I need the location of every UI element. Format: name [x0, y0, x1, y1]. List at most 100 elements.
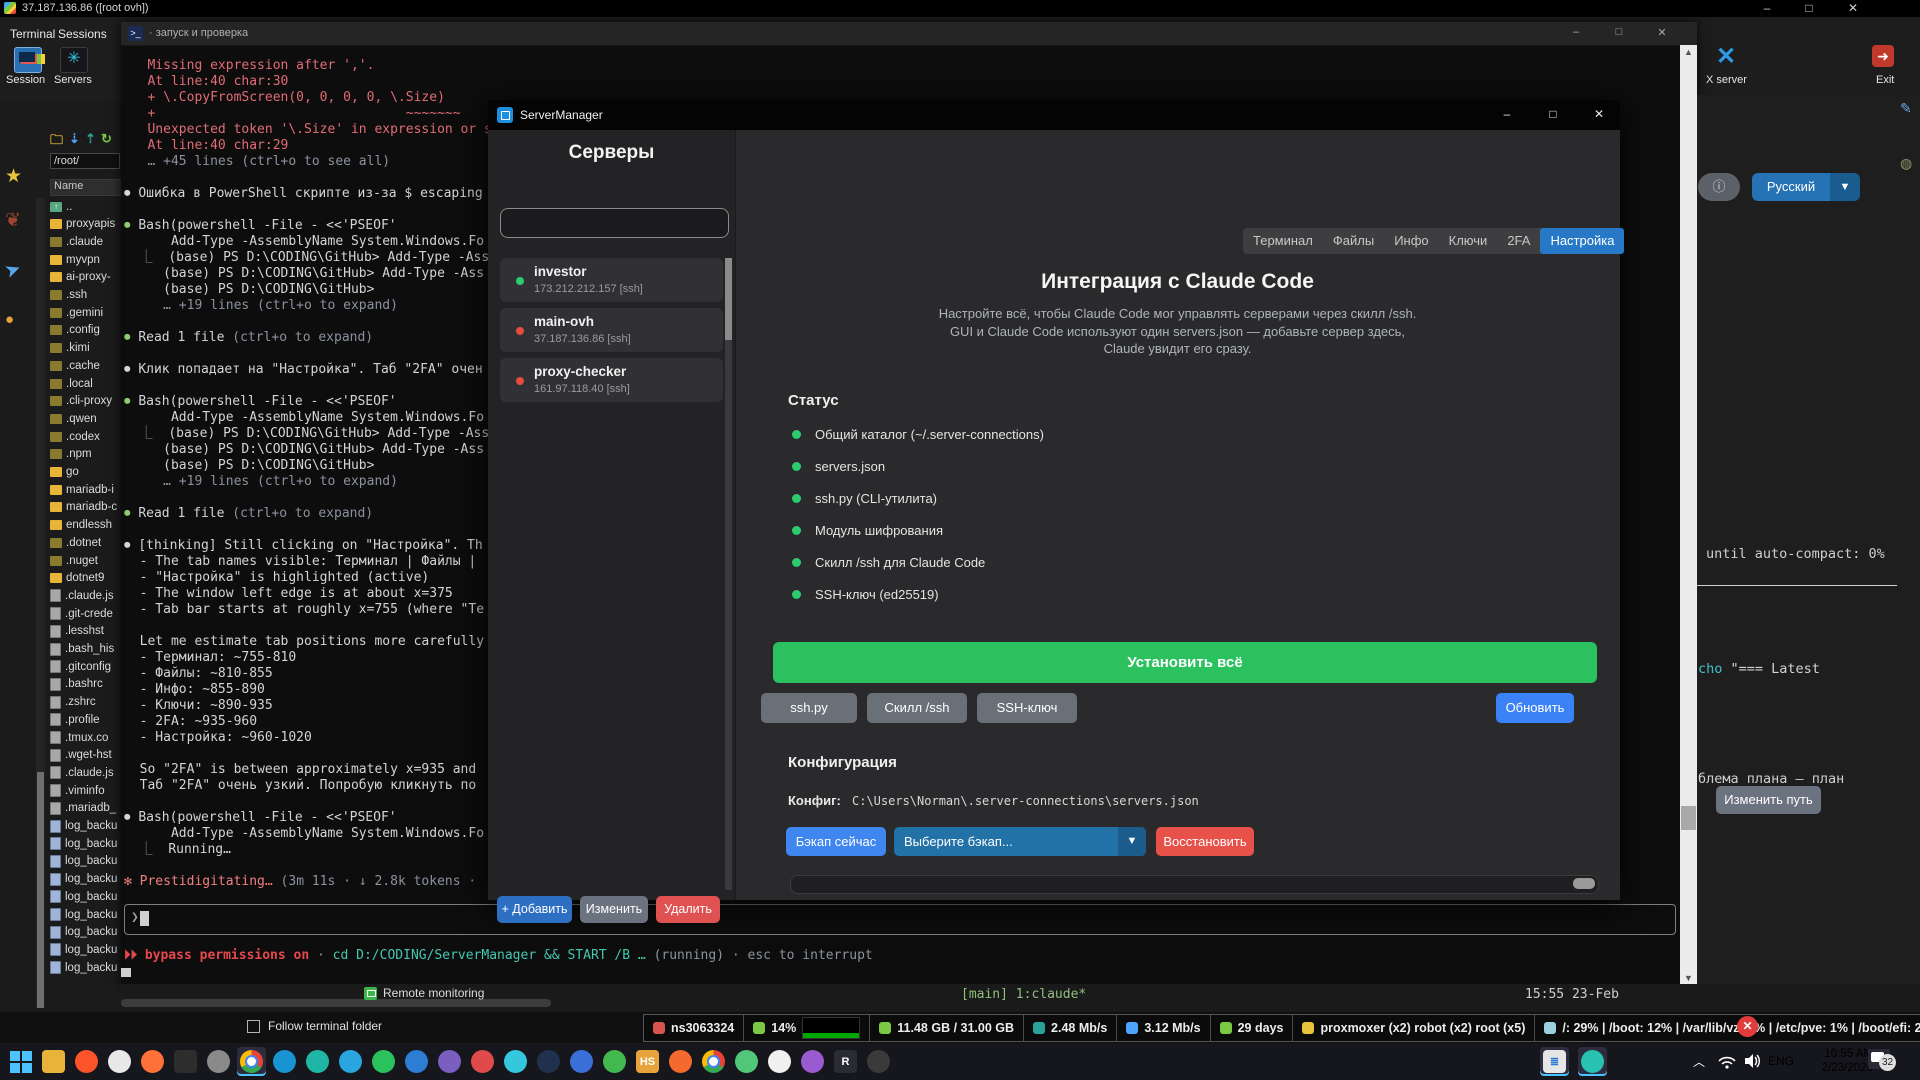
send-icon[interactable]: ➤: [2, 257, 25, 284]
notifications-icon[interactable]: 32: [1868, 1049, 1890, 1069]
file-row[interactable]: log_backu: [50, 818, 117, 835]
file-row[interactable]: myvpn: [50, 251, 100, 268]
brave-icon[interactable]: [72, 1047, 101, 1076]
app-icon[interactable]: [105, 1047, 134, 1076]
file-row[interactable]: log_backu: [50, 924, 117, 941]
file-row[interactable]: .local: [50, 375, 93, 392]
tray-chevron-icon[interactable]: ︿: [1693, 1053, 1705, 1070]
file-panel-scrollbar[interactable]: [36, 198, 45, 1008]
file-row[interactable]: log_backu: [50, 906, 117, 923]
x-server-icon[interactable]: ✕: [1716, 45, 1736, 69]
file-row[interactable]: log_backu: [50, 959, 117, 976]
edit-pencil-icon[interactable]: ✎: [1900, 100, 1912, 117]
server-list-item[interactable]: main-ovh37.187.136.86 [ssh]: [500, 308, 723, 352]
terminal-hscrollbar[interactable]: [121, 999, 551, 1007]
sm-maximize-button[interactable]: □: [1540, 107, 1566, 121]
tab-Терминал[interactable]: Терминал: [1243, 228, 1323, 254]
server-list-item[interactable]: proxy-checker161.97.118.40 [ssh]: [500, 358, 723, 402]
remote-monitoring-label[interactable]: Remote monitoring: [383, 986, 484, 1000]
file-row[interactable]: log_backu: [50, 835, 117, 852]
file-row[interactable]: log_backu: [50, 941, 117, 958]
servers-icon[interactable]: ✳: [60, 47, 88, 73]
file-row[interactable]: .dotnet: [50, 534, 101, 551]
file-row[interactable]: .gitconfig: [50, 658, 111, 675]
firefox-icon[interactable]: [138, 1047, 167, 1076]
tab-2FA[interactable]: 2FA: [1497, 228, 1540, 254]
app-icon[interactable]: [468, 1047, 497, 1076]
file-row[interactable]: mariadb-i: [50, 481, 114, 498]
chrome-icon[interactable]: [237, 1047, 266, 1076]
app-icon[interactable]: [765, 1047, 794, 1076]
info-icon[interactable]: ⓘ: [1698, 173, 1740, 201]
SSH-ключ-button[interactable]: SSH-ключ: [977, 693, 1077, 723]
file-row[interactable]: go: [50, 464, 79, 481]
servermanager-titlebar[interactable]: ServerManager – □ ✕: [488, 100, 1620, 130]
tab-Инфо[interactable]: Инфо: [1384, 228, 1438, 254]
tray-clock[interactable]: 10:55 AM2/23/2026: [1793, 1047, 1873, 1075]
upload-icon[interactable]: ⇡: [85, 131, 96, 147]
file-row[interactable]: .wget-hst: [50, 747, 112, 764]
session-icon[interactable]: [14, 47, 42, 73]
app-icon[interactable]: [666, 1047, 695, 1076]
file-row[interactable]: ↑..: [50, 198, 72, 215]
file-row[interactable]: .cache: [50, 357, 100, 374]
file-row[interactable]: .bash_his: [50, 641, 114, 658]
file-row[interactable]: .config: [50, 322, 100, 339]
backup-select[interactable]: Выберите бэкап... ▼: [894, 827, 1146, 856]
speaker-icon[interactable]: [1744, 1053, 1762, 1069]
download-icon[interactable]: ⇣: [69, 131, 80, 147]
telegram-icon[interactable]: [336, 1047, 365, 1076]
ssh.py-button[interactable]: ssh.py: [761, 693, 857, 723]
chrome-icon[interactable]: [699, 1047, 728, 1076]
github-icon[interactable]: [864, 1047, 893, 1076]
horizontal-scrollbar[interactable]: [790, 875, 1599, 894]
app-icon[interactable]: [732, 1047, 761, 1076]
app-icon[interactable]: [402, 1047, 431, 1076]
rider-icon[interactable]: R: [831, 1047, 860, 1076]
tab-Настройка[interactable]: Настройка: [1540, 228, 1624, 254]
tool-icon[interactable]: ❦: [5, 209, 21, 232]
language-indicator[interactable]: ENG: [1768, 1054, 1794, 1068]
server-search-input[interactable]: [500, 208, 729, 238]
sm-close-button[interactable]: ✕: [1586, 107, 1612, 121]
file-row[interactable]: .kimi: [50, 340, 90, 357]
file-row[interactable]: .viminfo: [50, 782, 105, 799]
quick-launch-icon[interactable]: ≣: [1540, 1047, 1569, 1076]
file-row[interactable]: .profile: [50, 711, 100, 728]
file-row[interactable]: endlessh: [50, 517, 112, 534]
steam-icon[interactable]: [534, 1047, 563, 1076]
edge-icon[interactable]: [270, 1047, 299, 1076]
file-row[interactable]: .gemini: [50, 304, 103, 321]
checkbox-icon[interactable]: [247, 1020, 260, 1033]
terminal-scrollbar[interactable]: ▲ ▼: [1680, 45, 1697, 985]
sm-minimize-button[interactable]: –: [1494, 107, 1520, 121]
sync-icon[interactable]: ◍: [1900, 155, 1912, 172]
terminal-maximize-button[interactable]: □: [1605, 26, 1633, 38]
file-row[interactable]: .nuget: [50, 552, 98, 569]
file-row[interactable]: .codex: [50, 428, 100, 445]
file-row[interactable]: .lesshst: [50, 623, 104, 640]
whatsapp-icon[interactable]: [369, 1047, 398, 1076]
file-row[interactable]: dotnet9: [50, 570, 104, 587]
menu-sessions[interactable]: Sessions: [58, 27, 107, 41]
file-row[interactable]: mariadb-c: [50, 499, 117, 516]
terminal-close-button[interactable]: ✕: [1648, 26, 1676, 39]
exit-icon[interactable]: ➜: [1872, 45, 1894, 67]
tab-Файлы[interactable]: Файлы: [1323, 228, 1384, 254]
file-row[interactable]: .claude.js: [50, 587, 114, 604]
file-row[interactable]: log_backu: [50, 888, 117, 905]
terminal-minimize-button[interactable]: –: [1562, 26, 1590, 38]
app-icon[interactable]: [204, 1047, 233, 1076]
file-row[interactable]: .cli-proxy: [50, 393, 112, 410]
refresh-button[interactable]: Обновить: [1496, 693, 1574, 723]
file-row[interactable]: log_backu: [50, 871, 117, 888]
folder-up-icon[interactable]: 🗀: [50, 131, 63, 153]
app-icon[interactable]: [567, 1047, 596, 1076]
Удалить-button[interactable]: Удалить: [656, 896, 720, 923]
file-row[interactable]: .ssh: [50, 287, 87, 304]
file-row[interactable]: ai-proxy-: [50, 269, 111, 286]
app-icon[interactable]: [600, 1047, 629, 1076]
hearthstone-icon[interactable]: HS: [633, 1047, 662, 1076]
path-input[interactable]: [50, 153, 120, 169]
favorites-star-icon[interactable]: ★: [5, 165, 22, 188]
